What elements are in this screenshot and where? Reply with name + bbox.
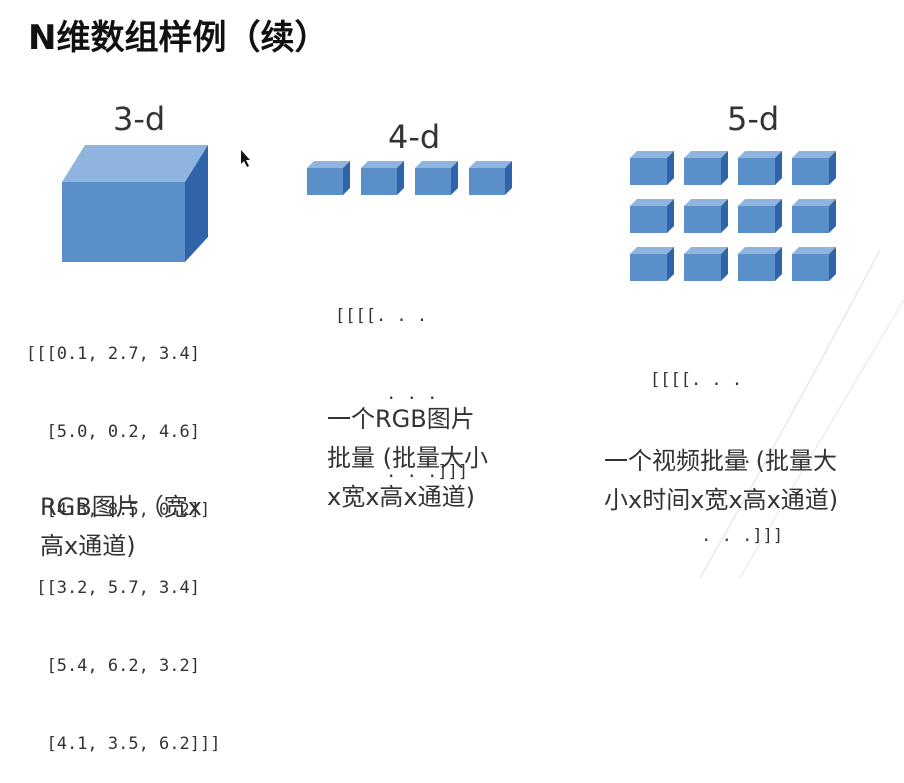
cube-row-4d [307,161,512,195]
array-line: [5.4, 6.2, 3.2] [26,656,200,676]
caption-line: 一个RGB图片 [327,405,475,433]
array-line: [[[[. . . [650,370,743,390]
small-cube [630,151,674,185]
small-cube [738,199,782,233]
array-line: [[[[. . . [335,306,428,326]
cube-3d [62,145,208,262]
label-3d: 3-d [113,100,166,138]
small-cube [307,161,350,195]
array-line: [4.1, 3.5, 6.2]]] [26,734,221,754]
small-cube [361,161,404,195]
small-cube [738,151,782,185]
small-cube [684,199,728,233]
array-line: . . .]]] [650,526,784,546]
caption-4d: 一个RGB图片 批量 (批量大小 x宽x高x通道) [327,400,488,517]
caption-5d: 一个视频批量 (批量大 小x时间x宽x高x通道) [604,442,838,520]
small-cube [792,247,836,281]
label-4d: 4-d [388,118,441,156]
small-cube [469,161,512,195]
small-cube [630,247,674,281]
small-cube [792,151,836,185]
caption-line: x宽x高x通道) [327,483,475,511]
caption-line: 小x时间x宽x高x通道) [604,486,839,514]
small-cube [684,151,728,185]
array-line: [5.0, 0.2, 4.6] [26,422,200,442]
small-cube [415,161,458,195]
caption-line: 一个视频批量 (批量大 [604,447,837,475]
small-cube [684,247,728,281]
small-cube [630,199,674,233]
label-5d: 5-d [727,100,780,138]
array-line: [[3.2, 5.7, 3.4] [26,578,200,598]
cube-grid-5d [630,151,836,281]
caption-3d: RGB图片（宽x 高x通道) [40,488,202,566]
array-line: [[[0.1, 2.7, 3.4] [26,344,200,364]
small-cube [792,199,836,233]
caption-line: 高x通道) [40,532,136,560]
small-cube [738,247,782,281]
caption-line: RGB图片（宽x [40,493,202,521]
caption-line: 批量 (批量大小 [327,444,488,472]
mouse-cursor-icon [241,150,250,167]
